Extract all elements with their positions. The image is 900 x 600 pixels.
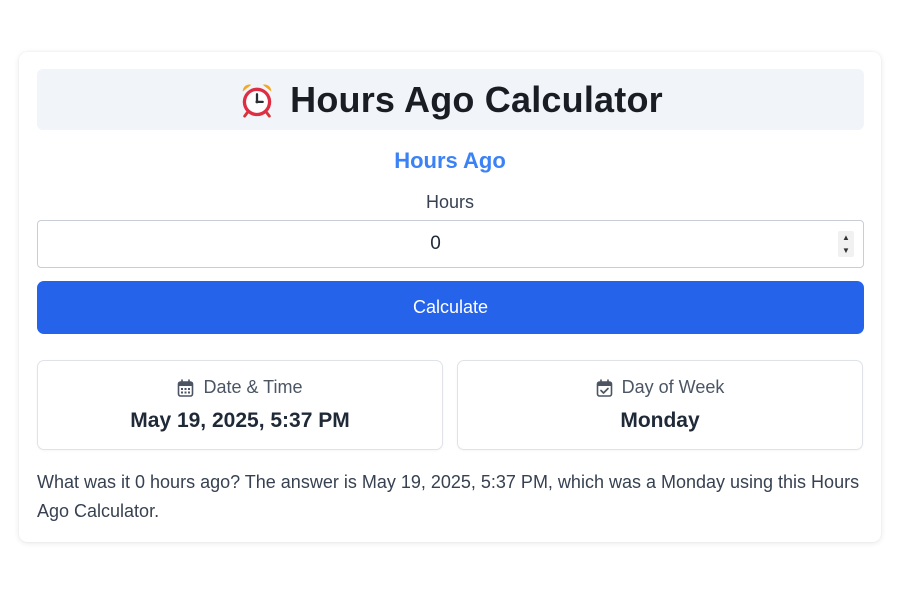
- alarm-clock-icon: [238, 81, 276, 119]
- date-time-value: May 19, 2025, 5:37 PM: [130, 409, 350, 432]
- day-of-week-label: Day of Week: [621, 377, 725, 397]
- page-title: Hours Ago Calculator: [290, 78, 663, 120]
- date-time-result: Date & Time May 19, 2025, 5:37 PM: [37, 360, 443, 450]
- stepper-up-icon[interactable]: ▲: [838, 231, 854, 244]
- hours-label: Hours: [425, 192, 474, 212]
- date-time-header: Date & Time: [38, 377, 442, 398]
- calendar-check-icon: [596, 378, 612, 397]
- day-of-week-result: Day of Week Monday: [457, 360, 863, 450]
- section-subtitle: Hours Ago: [394, 148, 506, 173]
- day-of-week-value: Monday: [620, 409, 700, 432]
- hours-stepper[interactable]: ▲ ▼: [838, 231, 854, 257]
- date-time-label: Date & Time: [203, 377, 303, 397]
- result-description: What was it 0 hours ago? The answer is M…: [37, 472, 860, 521]
- hours-input-wrapper: ▲ ▼: [37, 220, 864, 268]
- calculator-card: Hours Ago Calculator Hours Ago Hours ▲ ▼…: [19, 52, 881, 542]
- hours-input[interactable]: [38, 221, 833, 267]
- day-of-week-header: Day of Week: [458, 377, 862, 398]
- title-bar: Hours Ago Calculator: [37, 69, 864, 130]
- stepper-down-icon[interactable]: ▼: [838, 244, 854, 257]
- calendar-icon: [178, 378, 194, 397]
- calculate-button[interactable]: Calculate: [37, 281, 864, 334]
